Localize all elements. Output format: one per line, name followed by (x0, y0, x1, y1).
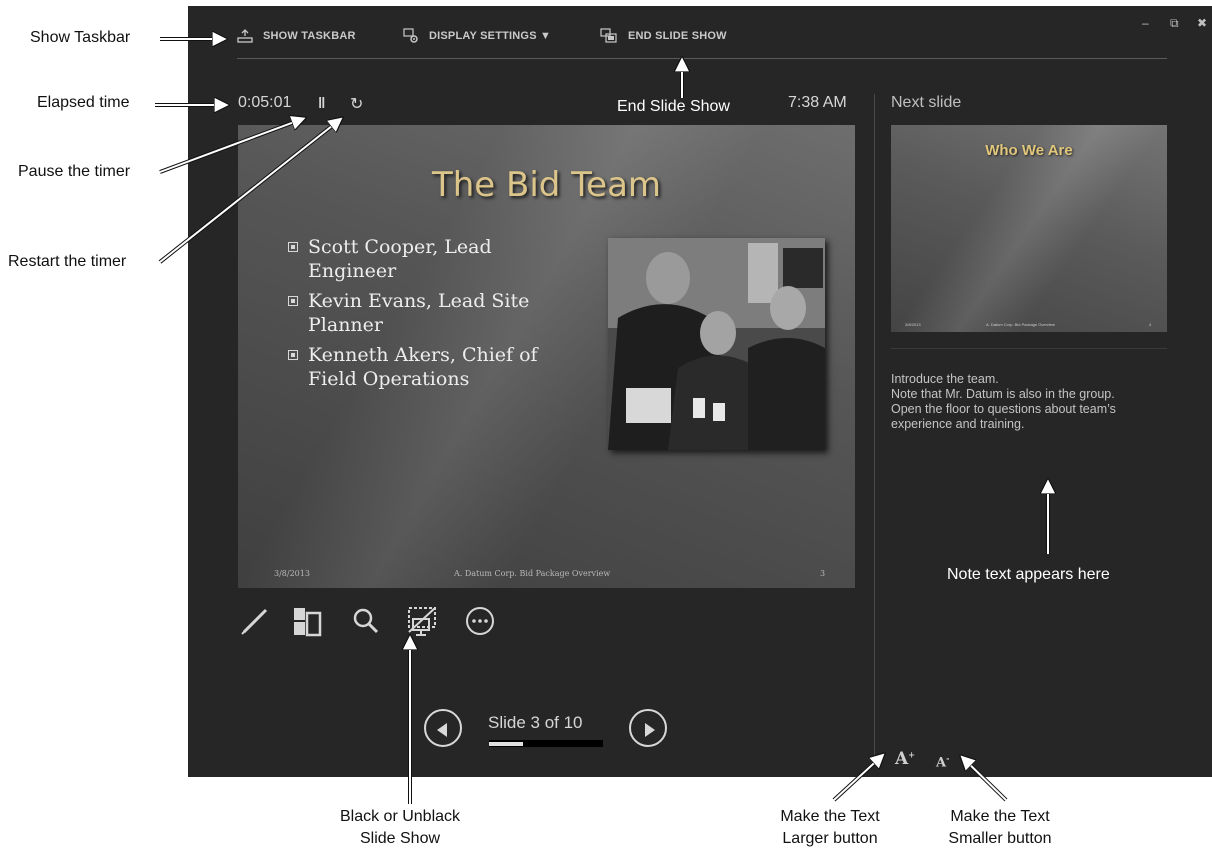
presenter-toolbar: SHOW TASKBAR DISPLAY SETTINGS ▼ END SLID… (188, 6, 1212, 62)
next-slide-preview[interactable]: Who We Are 3/8/2013 A. Datum Corp. Bid P… (891, 125, 1167, 332)
elapsed-time: 0:05:01 (238, 94, 292, 111)
callout-text-larger: Make the Text Larger button (780, 808, 880, 847)
presenter-view-window: SHOW TASKBAR DISPLAY SETTINGS ▼ END SLID… (188, 6, 1212, 777)
callout-pause-timer: Pause the timer (18, 163, 131, 180)
team-photo (608, 238, 825, 450)
current-slide[interactable]: The Bid Team Scott Cooper, Lead Engineer… (238, 125, 855, 588)
show-taskbar-label: SHOW TASKBAR (263, 30, 356, 42)
bullet-item: Scott Cooper, Lead Engineer (288, 235, 578, 283)
next-slide-footer-text: A. Datum Corp. Bid Package Overview (986, 322, 1055, 327)
next-slide-label: Next slide (891, 94, 962, 111)
close-button[interactable]: ✖ (1197, 16, 1207, 30)
next-slide-title: Who We Are (985, 142, 1073, 159)
show-taskbar-button[interactable]: SHOW TASKBAR (237, 28, 356, 44)
end-slide-show-label: END SLIDE SHOW (628, 30, 727, 42)
pause-timer-button[interactable]: ‖ (318, 95, 325, 112)
bullet-marker (288, 242, 298, 252)
callout-end-slide-show: End Slide Show (617, 98, 730, 115)
callout-black-unblack: Black or Unblack Slide Show (339, 808, 461, 847)
make-text-larger-button[interactable]: A+ (895, 749, 915, 769)
panel-divider (874, 94, 875, 759)
note-line: Introduce the team. (891, 372, 999, 386)
callout-text-smaller: Make the Text Smaller button (948, 808, 1052, 847)
pen-icon[interactable] (238, 604, 272, 638)
next-slide-footer-date: 3/8/2013 (905, 322, 921, 327)
speaker-notes[interactable]: Introduce the team. Note that Mr. Datum … (891, 372, 1141, 432)
callout-show-taskbar: Show Taskbar (30, 29, 131, 46)
display-settings-label: DISPLAY SETTINGS ▼ (429, 30, 552, 42)
minimize-button[interactable]: – (1142, 16, 1149, 30)
clock: 7:38 AM (788, 94, 847, 111)
bullet-marker (288, 296, 298, 306)
slide-progress-bar (489, 740, 603, 747)
slide-footer-text: A. Datum Corp. Bid Package Overview (454, 569, 611, 578)
slide-number: 3 (820, 569, 826, 578)
taskbar-icon (237, 29, 253, 43)
bullet-item: Kevin Evans, Lead Site Planner (288, 289, 578, 337)
end-slide-show-button[interactable]: END SLIDE SHOW (600, 28, 727, 44)
notes-divider (891, 348, 1167, 349)
zoom-icon[interactable] (349, 604, 383, 638)
slide-tools (238, 604, 538, 644)
display-settings-icon (403, 28, 418, 43)
restore-button[interactable]: ⧉ (1170, 16, 1179, 31)
display-settings-button[interactable]: DISPLAY SETTINGS ▼ (403, 28, 551, 44)
make-text-smaller-button[interactable]: A- (936, 753, 949, 770)
callout-note-text: Note text appears here (947, 566, 1110, 583)
slide-counter: Slide 3 of 10 (488, 713, 583, 732)
more-options-icon[interactable] (463, 604, 497, 638)
note-line: Open the floor to questions about team’s… (891, 402, 1116, 431)
restart-timer-button[interactable]: ↻ (350, 94, 363, 114)
toolbar-divider (237, 58, 1167, 59)
slide-bullets: Scott Cooper, Lead Engineer Kevin Evans,… (288, 235, 578, 397)
black-screen-icon[interactable] (405, 604, 439, 638)
bullet-item: Kenneth Akers, Chief of Field Operations (288, 343, 578, 391)
callout-elapsed-time: Elapsed time (37, 94, 130, 111)
end-show-icon (600, 28, 617, 43)
slide-title: The Bid Team (431, 165, 662, 205)
callout-restart-timer: Restart the timer (8, 253, 127, 270)
next-slide-number: 4 (1149, 322, 1152, 327)
slide-footer-date: 3/8/2013 (274, 569, 310, 578)
slide-navigation: Slide 3 of 10 (424, 709, 674, 749)
bullet-marker (288, 350, 298, 360)
see-all-slides-icon[interactable] (290, 604, 324, 638)
next-slide-button[interactable] (629, 709, 667, 747)
note-line: Note that Mr. Datum is also in the group… (891, 387, 1115, 401)
previous-slide-button[interactable] (424, 709, 462, 747)
progress-fill (489, 742, 524, 746)
